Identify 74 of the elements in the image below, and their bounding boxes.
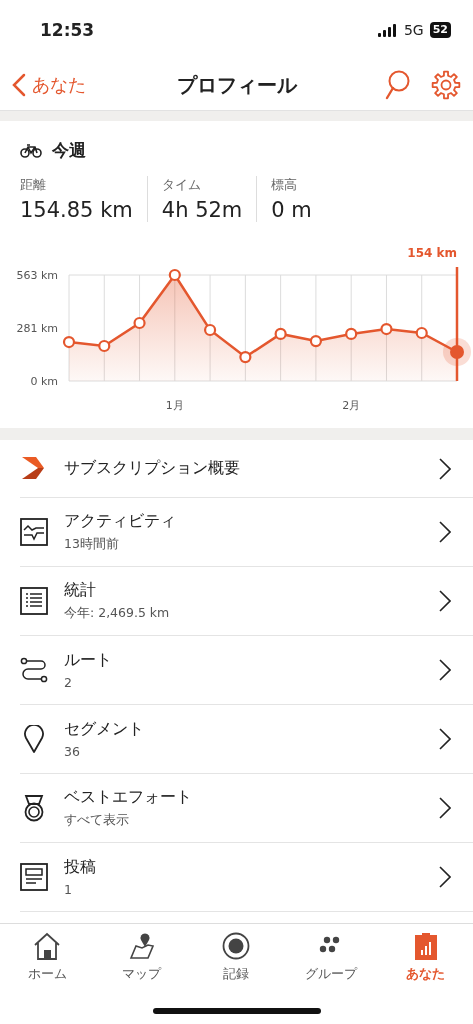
stat-label: 標高: [271, 176, 299, 194]
stat-value: 0 m: [271, 198, 312, 222]
bike-icon: [20, 143, 42, 158]
network-label: 5G: [403, 22, 424, 38]
selected-point: [443, 338, 471, 366]
signal-icon: [377, 23, 398, 37]
data-point: [168, 268, 181, 282]
item-title: ルート: [64, 650, 113, 671]
x-axis-label: 1月: [165, 399, 184, 412]
menu-item[interactable]: サブスクリプション概要: [20, 440, 473, 498]
data-point: [204, 323, 217, 337]
list-icon: [20, 587, 48, 615]
tab[interactable]: グループ: [283, 932, 379, 983]
menu-item[interactable]: 投稿 1: [20, 843, 473, 912]
chevron-right-icon: [439, 590, 451, 612]
y-axis-label: 0 km: [30, 375, 58, 388]
item-title: サブスクリプション概要: [64, 458, 241, 479]
data-point: [380, 322, 393, 336]
stat-label: 距離: [20, 176, 47, 194]
chevron-right-icon: [439, 797, 451, 819]
back-button[interactable]: あなた: [12, 73, 86, 97]
data-point: [415, 326, 428, 340]
stat-value: 154.85 km: [20, 198, 133, 222]
data-point: [98, 339, 111, 353]
item-title: セグメント: [64, 719, 145, 740]
item-subtitle: 2: [64, 675, 73, 690]
tab[interactable]: あなた: [378, 932, 473, 983]
stat-label: タイム: [161, 176, 202, 194]
home-icon: [33, 932, 62, 960]
data-point: [274, 327, 287, 341]
post-icon: [20, 863, 48, 891]
tab[interactable]: マップ: [94, 932, 190, 983]
record-icon: [222, 932, 251, 960]
item-title: 統計: [64, 580, 97, 601]
menu-item[interactable]: 統計 今年: 2,469.5 km: [20, 567, 473, 636]
item-subtitle: すべて表示: [64, 812, 130, 829]
settings-icon[interactable]: [431, 70, 461, 100]
route-icon: [20, 656, 48, 684]
activity-icon: [20, 518, 48, 546]
data-point: [62, 335, 76, 349]
menu-item[interactable]: ルート 2: [20, 636, 473, 705]
item-title: 投稿: [64, 857, 97, 878]
data-point: [239, 351, 252, 364]
item-title: アクティビティ: [64, 511, 177, 532]
stat-value: 4h 52m: [161, 198, 243, 222]
page-title: プロフィール: [176, 71, 297, 99]
menu-item[interactable]: セグメント 36: [20, 705, 473, 774]
battery-level: 52: [429, 22, 451, 38]
item-subtitle: 13時間前: [64, 536, 120, 553]
y-axis-label: 281 km: [16, 322, 58, 336]
y-axis-label: 563 km: [16, 269, 58, 282]
chevron-left-icon: [12, 73, 26, 97]
chevron-right-icon: [439, 659, 451, 681]
tab[interactable]: ホーム: [0, 932, 95, 983]
item-title: ベストエフォート: [64, 787, 193, 808]
data-point: [133, 316, 146, 330]
chevron-right-icon: [439, 866, 451, 888]
tab[interactable]: 記録: [189, 932, 284, 983]
data-point: [345, 327, 358, 341]
chevron-right-icon: [439, 521, 451, 543]
search-icon[interactable]: [385, 70, 411, 100]
data-point: [309, 335, 322, 348]
chevron-right-icon: [439, 457, 451, 480]
map-icon: [127, 932, 156, 960]
selected-value: 154 km: [407, 246, 457, 260]
x-axis-label: 2月: [342, 399, 361, 412]
status-time: 12:53: [40, 20, 96, 40]
item-subtitle: 1: [64, 882, 73, 897]
chevron-right-icon: [439, 728, 451, 750]
menu-item[interactable]: ベストエフォート すべて表示: [20, 774, 473, 843]
menu-item[interactable]: アクティビティ 13時間前: [20, 498, 473, 567]
week-title: 今週: [52, 139, 86, 162]
item-subtitle: 今年: 2,469.5 km: [64, 605, 171, 622]
item-subtitle: 36: [64, 744, 81, 759]
